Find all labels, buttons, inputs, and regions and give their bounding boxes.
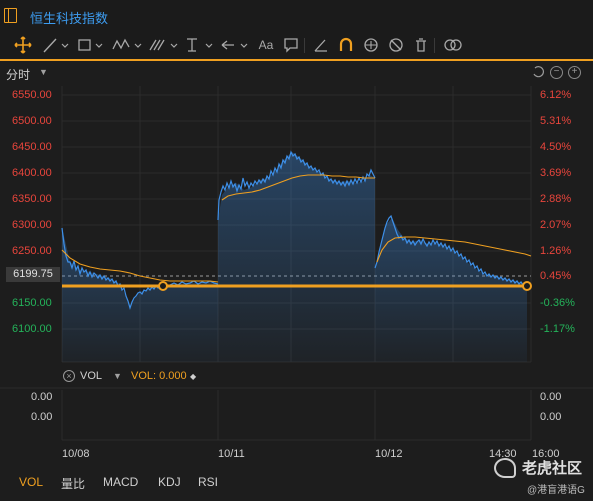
chevron-down-icon[interactable]: ▼ [113,371,122,381]
volume-value: VOL: 0.000 [131,370,187,382]
tab-rsi[interactable]: RSI [198,475,218,489]
price-axis-label: 6150.00 [12,297,52,309]
tab-kdj[interactable]: KDJ [158,475,181,489]
price-axis-label: 6300.00 [12,219,52,231]
tiger-logo-icon [494,458,516,478]
price-chart[interactable] [0,0,593,501]
percent-axis-label: 4.50% [540,141,572,153]
price-axis-label: 6400.00 [12,167,52,179]
watermark-user: @港盲港语G [527,485,585,496]
price-axis-label: 6350.00 [12,193,52,205]
diamond-icon: ◆ [190,372,197,381]
drawing-handle [158,281,168,291]
percent-axis-label: 0.45% [540,270,572,282]
x-axis-label: 10/11 [218,448,245,460]
percent-axis-label: 2.07% [540,219,572,231]
x-axis-label: 10/12 [375,448,403,460]
drawing-handle [522,281,532,291]
price-axis-label: 6500.00 [12,115,52,127]
price-axis-label: 6100.00 [12,323,52,335]
tab-volume-ratio[interactable]: 量比 [61,475,85,492]
price-axis-label: 6450.00 [12,141,52,153]
reference-price-label: 6199.75 [6,267,60,282]
tab-macd[interactable]: MACD [103,475,138,489]
x-axis-label: 10/08 [62,448,90,460]
percent-axis-label: 5.31% [540,115,572,127]
percent-axis-label: 6.12% [540,89,572,101]
percent-axis-label: -1.17% [540,323,575,335]
volume-axis-label: 0.00 [540,391,562,403]
percent-axis-label: -0.36% [540,297,575,309]
watermark-brand: 老虎社区 [522,460,583,477]
price-axis-label: 6550.00 [12,89,52,101]
price-fill [375,218,527,362]
volume-indicator-name[interactable]: VOL [80,370,102,382]
percent-axis-label: 1.26% [540,245,572,257]
close-indicator-icon[interactable]: × [63,370,75,382]
volume-axis-label: 0.00 [31,411,53,423]
volume-axis-label: 0.00 [31,391,53,403]
percent-axis-label: 3.69% [540,167,572,179]
price-axis-label: 6250.00 [12,245,52,257]
percent-axis-label: 2.88% [540,193,572,205]
volume-axis-label: 0.00 [540,411,562,423]
volume-grid [61,390,532,441]
tab-vol[interactable]: VOL [19,475,43,489]
